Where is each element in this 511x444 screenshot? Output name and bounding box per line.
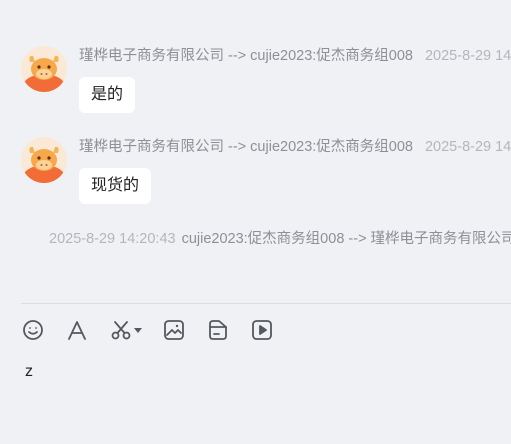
message-bubble[interactable]: 现货的 — [79, 168, 152, 204]
scissors-icon — [111, 321, 130, 340]
outgoing-notice: 2025-8-29 14:20:43 cujie2023:促杰商务组008 -->… — [49, 230, 511, 248]
notice-text: cujie2023:促杰商务组008 --> 瑾桦电子商务有限公司 — [181, 231, 511, 247]
message-bubble[interactable]: 是的 — [79, 77, 136, 113]
screenshot-button[interactable] — [109, 316, 143, 344]
file-icon — [209, 320, 227, 340]
message-input[interactable]: z — [25, 362, 33, 382]
message-time: 2025-8-29 14:20:43 — [424, 48, 511, 64]
message-sender: 瑾桦电子商务有限公司 --> cujie2023:促杰商务组008 — [79, 139, 413, 155]
emoji-button[interactable] — [21, 316, 45, 344]
notice-time: 2025-8-29 14:20:43 — [49, 231, 176, 247]
input-toolbar — [21, 316, 273, 344]
image-button[interactable] — [163, 316, 185, 344]
dropdown-caret-icon[interactable] — [133, 325, 143, 335]
message-meta: 瑾桦电子商务有限公司 --> cujie2023:促杰商务组008 2025-8-… — [79, 47, 511, 65]
chat-window: 瑾桦电子商务有限公司 --> cujie2023:促杰商务组008 2025-8-… — [0, 0, 511, 444]
video-icon — [252, 320, 272, 340]
avatar[interactable] — [21, 137, 67, 183]
emoji-icon — [23, 320, 43, 340]
input-divider — [21, 303, 511, 304]
message-meta: 瑾桦电子商务有限公司 --> cujie2023:促杰商务组008 2025-8-… — [79, 138, 511, 156]
video-button[interactable] — [251, 316, 273, 344]
message-sender: 瑾桦电子商务有限公司 --> cujie2023:促杰商务组008 — [79, 48, 413, 64]
avatar[interactable] — [21, 46, 67, 92]
file-button[interactable] — [207, 316, 229, 344]
image-icon — [164, 320, 184, 340]
message-time: 2025-8-29 14:20:43 — [424, 139, 511, 155]
font-icon — [68, 321, 86, 340]
font-button[interactable] — [66, 316, 88, 344]
